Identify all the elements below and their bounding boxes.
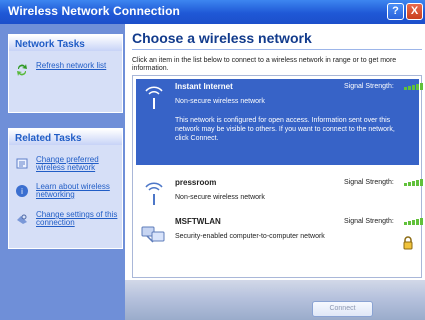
info-icon: i (15, 184, 29, 198)
network-tasks-panel: Network Tasks Refresh network list (8, 34, 123, 113)
refresh-network-list-link[interactable]: Refresh network list (15, 62, 119, 80)
instruction-text: Click an item in the list below to conne… (132, 57, 397, 72)
network-item-instant-internet[interactable]: Instant Internet Non-secure wireless net… (136, 79, 423, 165)
change-preferred-network-link[interactable]: Change preferred wireless network (15, 156, 119, 174)
learn-about-wireless-link[interactable]: i Learn about wireless networking (15, 183, 119, 201)
network-item-pressroom[interactable]: pressroom Non-secure wireless network Si… (136, 175, 423, 208)
wireless-network-window: Wireless Network Connection ? X Network … (0, 0, 425, 320)
page-title: Choose a wireless network (132, 30, 312, 46)
network-open-access-note: This network is configured for open acce… (175, 117, 395, 142)
title-bar[interactable]: Wireless Network Connection ? X (0, 0, 425, 24)
title-divider (132, 49, 422, 50)
main-content: Choose a wireless network Click an item … (125, 24, 425, 320)
task-pane: Network Tasks Refresh network list Relat… (0, 24, 125, 320)
lock-icon (403, 236, 413, 250)
help-button[interactable]: ? (387, 3, 404, 20)
network-name: pressroom (175, 178, 217, 187)
related-tasks-title: Related Tasks (9, 129, 122, 145)
change-connection-settings-link[interactable]: Change settings of this connection (15, 211, 119, 229)
refresh-network-list-label: Refresh network list (36, 61, 107, 70)
change-preferred-network-label: Change preferred wireless network (36, 155, 99, 172)
connect-button[interactable]: Connect (312, 301, 373, 317)
close-button[interactable]: X (406, 3, 423, 20)
network-security: Non-secure wireless network (175, 194, 265, 201)
network-item-msftwlan[interactable]: MSFTWLAN Security-enabled computer-to-co… (136, 214, 423, 255)
window-title: Wireless Network Connection (8, 4, 180, 18)
wireless-network-list[interactable]: Instant Internet Non-secure wireless net… (132, 75, 423, 278)
computer-to-computer-network-icon (141, 226, 165, 243)
refresh-icon (15, 63, 29, 77)
signal-strength-icon (404, 82, 423, 90)
change-connection-settings-label: Change settings of this connection (36, 210, 118, 227)
wireless-antenna-icon (145, 86, 163, 109)
network-name: Instant Internet (175, 82, 233, 91)
network-security: Security-enabled computer-to-computer ne… (175, 233, 325, 240)
learn-about-wireless-label: Learn about wireless networking (36, 182, 110, 199)
signal-strength-label: Signal Strength: (344, 218, 394, 225)
signal-strength-label: Signal Strength: (344, 83, 394, 90)
wireless-antenna-icon (145, 182, 163, 205)
settings-icon (15, 212, 29, 226)
network-name: MSFTWLAN (175, 217, 221, 226)
signal-strength-icon (404, 178, 423, 186)
signal-strength-icon (404, 217, 423, 225)
svg-text:i: i (21, 187, 23, 196)
signal-strength-label: Signal Strength: (344, 179, 394, 186)
related-tasks-panel: Related Tasks Change preferred wireless … (8, 128, 123, 249)
preferred-network-icon (15, 157, 29, 171)
network-security: Non-secure wireless network (175, 98, 265, 105)
background-band (125, 280, 425, 320)
network-tasks-title: Network Tasks (9, 35, 122, 51)
